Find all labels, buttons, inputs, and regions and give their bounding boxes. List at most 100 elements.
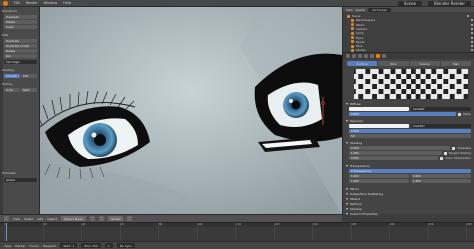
section-edit[interactable]: Edit [2,33,8,37]
undo-button[interactable]: Undo [4,88,20,92]
pivot-point-icon[interactable] [98,216,104,221]
outliner-row[interactable]: Lashes [351,48,473,52]
3d-viewport[interactable] [40,7,342,214]
tab-wire[interactable]: Wire [378,61,409,66]
diffuse-intensity-slider[interactable]: 0.800 [349,112,457,116]
mode-selector[interactable]: Object Mode [60,216,86,221]
menu-help[interactable]: Help [63,1,71,5]
section-shading[interactable]: Shading [346,140,472,145]
modifier-tab-icon[interactable] [370,54,374,58]
diffuse-color-swatch[interactable] [349,107,409,111]
world-tab-icon[interactable] [358,54,362,58]
object-tab-icon[interactable] [364,54,368,58]
tool-shelf-tabs[interactable] [0,7,3,214]
tab-halo[interactable]: Halo [440,61,471,66]
viewport-shading-icon[interactable] [89,216,95,221]
section-specular[interactable]: Specular [346,118,472,123]
specular-hardness-field[interactable]: 50 [349,134,471,138]
outliner-view-menu[interactable]: View [346,8,353,12]
diffuse-ramp-checkbox[interactable] [458,112,462,116]
menu-render[interactable]: Render [26,1,38,5]
duplicate-linked-button[interactable]: Duplicate Linked [4,44,37,48]
timeline[interactable]: 020406080100120140160180200220240 [0,222,474,242]
ambient-field[interactable]: 1.000 [349,151,442,155]
fresnel-field[interactable]: 0.000 [411,174,471,178]
section-transparency[interactable]: Transparency [346,163,472,168]
end-frame-label: End: 250 [84,243,98,248]
material-preview [354,69,468,99]
section-diffuse[interactable]: Diffuse [346,101,472,106]
render-engine-selector[interactable]: Blender Render [427,0,471,6]
timeline-playhead[interactable] [5,223,7,242]
menu-select[interactable]: Select [24,217,33,221]
visibility-eye-icon[interactable] [471,19,473,22]
tangent-shading-checkbox[interactable] [443,151,447,155]
shadeless-checkbox[interactable] [452,146,456,150]
transparency-blend-field[interactable]: 1.250 [411,179,471,183]
transparency-mode-button[interactable]: Z Transparency [349,169,471,173]
editor-type-icon[interactable] [4,216,9,221]
layers-icon[interactable] [127,216,133,221]
section-custom-properties[interactable]: Custom Properties [346,211,472,216]
specular-intensity-slider[interactable]: 0.500 [349,129,471,133]
menu-file[interactable]: File [14,1,20,5]
visibility-eye-icon[interactable] [471,32,473,35]
menu-view[interactable]: View [13,217,20,221]
scene-tab-icon[interactable] [352,54,356,58]
sync-dropdown[interactable]: No Sync [116,243,136,248]
section-history[interactable]: History [2,82,13,86]
translate-button[interactable]: Translate [4,15,37,19]
visibility-eye-icon[interactable] [471,40,473,43]
section-transform[interactable]: Transform [2,9,17,13]
top-menu-bar: File Render Window Help Scene Blender Re… [0,0,474,7]
diffuse-shader-dropdown[interactable]: Lambert [411,107,471,111]
tab-volume[interactable]: Volume [409,61,440,66]
current-frame-field[interactable]: 1 [104,243,113,248]
transform-orientation-selector[interactable]: Global [107,216,124,221]
visibility-eye-icon[interactable] [467,15,469,17]
specular-color-swatch[interactable] [349,124,409,128]
scale-button[interactable]: Scale [4,25,37,29]
scene-selector[interactable]: Scene [397,0,422,6]
visibility-eye-icon[interactable] [471,45,473,48]
start-frame-field[interactable]: Start: 1 [60,243,78,248]
render-tab-icon[interactable] [346,54,350,58]
menu-add[interactable]: Add [37,217,43,221]
outliner-search-menu[interactable]: Search [356,8,366,12]
visibility-eye-icon[interactable] [471,27,473,30]
tab-surface[interactable]: Surface [347,61,378,66]
translucency-field[interactable]: 0.000 [349,156,439,160]
menu-object[interactable]: Object [47,217,57,221]
end-frame-field[interactable]: End: 250 [81,243,101,248]
material-tab-icon[interactable] [376,54,380,58]
timeline-menu-marker[interactable]: Marker [15,244,25,248]
menu-window[interactable]: Window [44,1,57,5]
cubic-interpolation-checkbox[interactable] [440,156,444,160]
visibility-eye-icon[interactable] [471,49,473,52]
rotate-button[interactable]: Rotate [4,20,37,24]
orientation-dropdown[interactable]: Global [4,178,37,182]
flat-button[interactable]: Flat [21,74,37,78]
timeline-header: View Marker Frame Playback Start: 1 End:… [0,241,474,249]
alpha-field[interactable]: 1.000 [349,174,409,178]
join-button[interactable]: Join [4,54,37,58]
visibility-eye-icon[interactable] [471,36,473,39]
visibility-eye-icon[interactable] [471,23,473,26]
blender-logo-icon[interactable] [3,0,8,6]
timeline-menu-playback[interactable]: Playback [43,244,56,248]
delete-button[interactable]: Delete [4,49,37,53]
smooth-button[interactable]: Smooth [4,74,20,78]
duplicate-button[interactable]: Duplicate [4,39,37,43]
set-origin-dropdown[interactable]: Set Origin [4,60,37,64]
redo-button[interactable]: Redo [21,88,37,92]
specular-shader-dropdown[interactable]: CookTorr [411,124,471,128]
timeline-menu-frame[interactable]: Frame [30,244,39,248]
transparency-specular-field[interactable]: 1.000 [349,179,409,183]
texture-tab-icon[interactable] [382,54,386,58]
outliner-filter-dropdown[interactable]: All Scenes [368,7,391,12]
checker-square [420,79,426,84]
emit-field[interactable]: 0.000 [349,146,451,150]
shading-emit-row: 0.000 Shadeless [349,146,471,150]
transparency-specular-row: 1.000 1.250 [349,179,471,183]
timeline-menu-view[interactable]: View [4,244,11,248]
